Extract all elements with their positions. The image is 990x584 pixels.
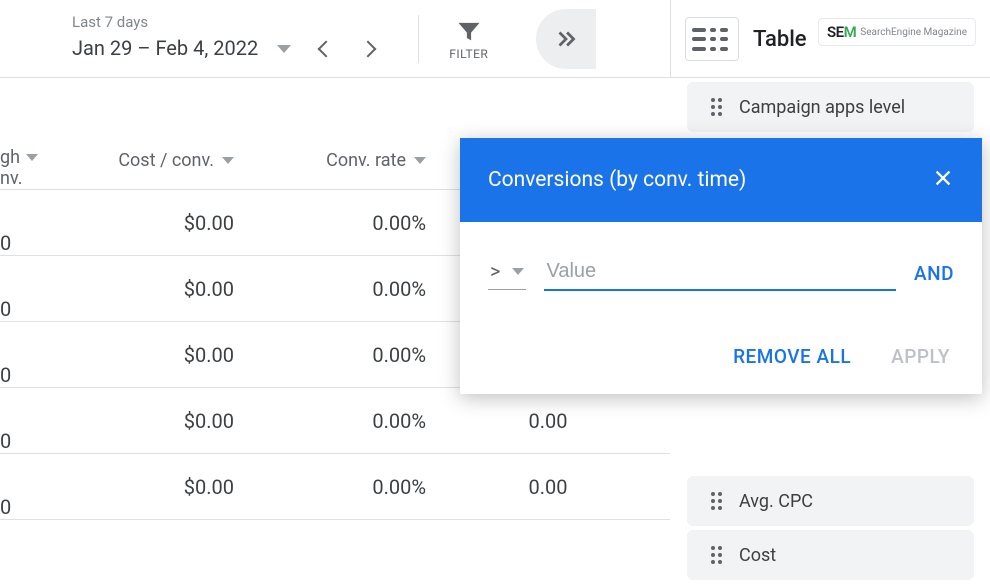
sort-desc-icon (26, 154, 38, 161)
filter-dialog: Conversions (by conv. time) > AND REMOVE… (460, 138, 982, 394)
column-header-through-conv[interactable]: gh nv. (0, 78, 58, 189)
table-row[interactable]: 0 $0.00 0.00% 0.00 (0, 388, 670, 454)
expand-panel-button[interactable] (536, 9, 596, 69)
operator-select[interactable]: > (488, 257, 526, 290)
chevron-down-icon (512, 268, 524, 275)
funnel-icon (455, 17, 483, 45)
remove-all-button[interactable]: REMOVE ALL (733, 345, 851, 368)
metric-chip-cost[interactable]: Cost (687, 530, 974, 580)
date-range-text: Jan 29 – Feb 4, 2022 (72, 36, 258, 62)
filter-value-input[interactable] (544, 256, 896, 291)
drag-handle-icon[interactable] (711, 546, 725, 564)
filter-dialog-title: Conversions (by conv. time) (488, 168, 746, 192)
date-next-button[interactable] (352, 33, 384, 65)
column-header-cost-per-conv[interactable]: Cost / conv. (58, 78, 256, 189)
add-condition-and-button[interactable]: AND (914, 262, 954, 285)
view-type-title: Table (753, 27, 807, 52)
column-header-conv-rate[interactable]: Conv. rate (256, 78, 448, 189)
close-button[interactable] (932, 165, 954, 195)
metric-chip-avg-cpc[interactable]: Avg. CPC (687, 476, 974, 526)
drag-handle-icon[interactable] (711, 98, 725, 116)
sort-desc-icon (414, 157, 426, 164)
view-type-panel: Table SEM SearchEngine Magazine (671, 0, 990, 78)
table-row[interactable]: 0 $0.00 0.00% 0.00 (0, 454, 670, 520)
date-prev-button[interactable] (310, 33, 342, 65)
date-preset-label: Last 7 days (72, 13, 384, 31)
filter-dialog-header: Conversions (by conv. time) (460, 138, 982, 222)
filter-button[interactable]: FILTER (449, 17, 488, 61)
date-range-picker[interactable]: Last 7 days Jan 29 – Feb 4, 2022 (72, 13, 384, 65)
date-range-dropdown-icon[interactable] (268, 33, 300, 65)
sort-desc-icon (222, 157, 234, 164)
drag-handle-icon[interactable] (711, 492, 725, 510)
watermark-badge: SEM SearchEngine Magazine (818, 18, 976, 46)
close-icon (932, 167, 954, 189)
chevrons-right-icon (553, 26, 579, 52)
metric-chip-campaign-apps-level[interactable]: Campaign apps level (687, 82, 974, 132)
table-view-icon[interactable] (685, 17, 739, 61)
apply-button[interactable]: APPLY (891, 345, 950, 368)
divider (418, 15, 419, 63)
filter-label: FILTER (449, 47, 488, 61)
